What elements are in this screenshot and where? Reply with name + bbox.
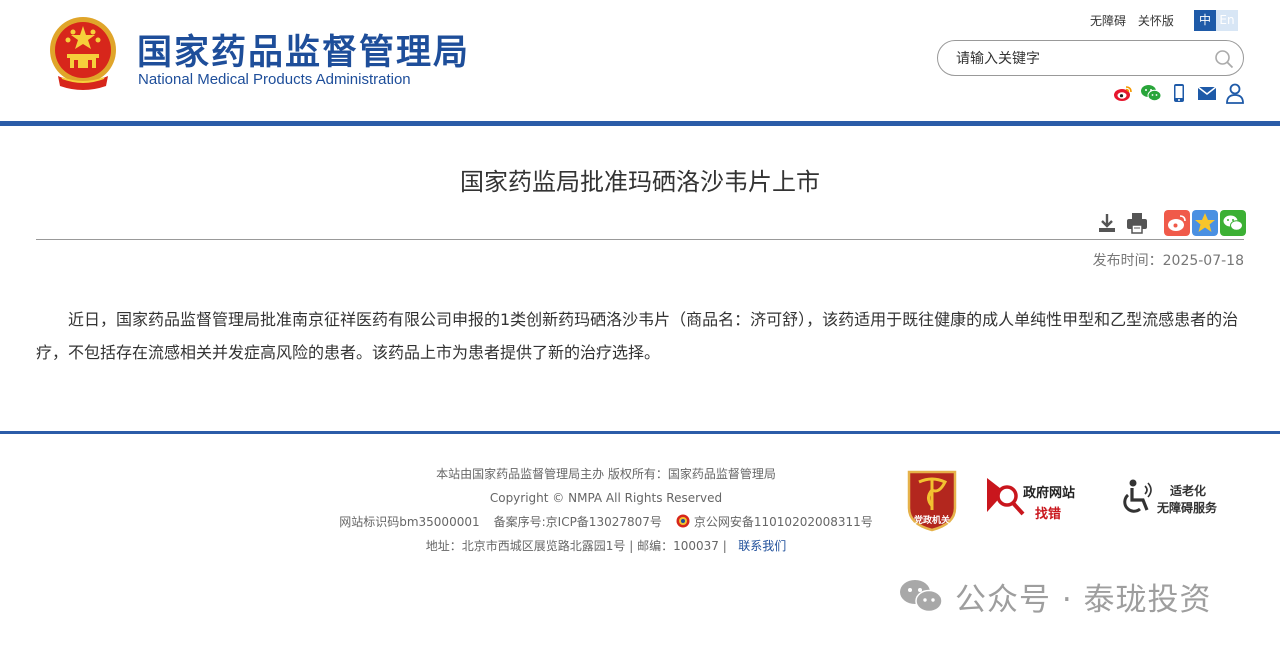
article-body: 近日，国家药品监督管理局批准南京征祥医药有限公司申报的1类创新药玛硒洛沙韦片（商… [36,310,1239,362]
elderly-accessibility-badge[interactable]: 适老化 无障碍服务 [1118,478,1238,518]
lang-zh-button[interactable]: 中 [1194,10,1216,31]
download-icon[interactable] [1094,210,1120,236]
national-emblem-icon [50,17,116,90]
site-header: 国家药品监督管理局 National Medical Products Admi… [0,0,1280,121]
gov-site-label: 政府网站 [1023,486,1076,501]
article-rule [36,239,1244,240]
gov-site-error-icon [987,478,1025,516]
header-rule [0,121,1280,126]
wechat-watermark-icon [900,580,943,613]
share-weibo-icon[interactable] [1164,210,1190,236]
find-error-label: 找错 [1035,507,1062,522]
footer-icp[interactable]: 备案序号:京ICP备13027807号 [494,515,662,529]
footer-copyright-cn: 本站由国家药品监督管理局主办 版权所有：国家药品监督管理局 [436,467,776,481]
footer-registration: 网站标识码bm35000001 备案序号:京ICP备13027807号 京公网安备1… [286,510,926,534]
footer-address-line: 地址：北京市西城区展览路北露园1号 | 邮编：100037 | 联系我们 [286,534,926,558]
care-mode-link[interactable]: 关怀版 [1138,14,1174,28]
dangzheng-badge[interactable]: 党政机关 [905,468,959,532]
footer-rule [0,431,1280,434]
footer-copyright-en: Copyright © NMPA All Rights Reserved [489,491,723,505]
wechat-icon[interactable] [1140,82,1162,104]
publish-date-label: 发布时间： [1092,253,1163,269]
wheelchair-icon [1123,479,1152,513]
accessibility-link[interactable]: 无障碍 [1090,14,1126,28]
gov-site-error-badge[interactable]: 政府网站 找错 [983,472,1093,522]
language-toggle: 中 En [1194,10,1238,31]
police-badge-icon [676,514,690,528]
accessibility-service-label: 无障碍服务 [1157,501,1218,515]
search-input[interactable] [956,49,1206,69]
publish-date-value: 2025-07-18 [1162,253,1244,269]
share-favorite-icon[interactable] [1192,210,1218,236]
elderly-label: 适老化 [1170,484,1207,498]
mobile-icon[interactable] [1168,82,1190,104]
article-tools [1094,210,1246,236]
site-title-cn: 国家药品监督管理局 [137,33,471,73]
contact-us-link[interactable]: 联系我们 [738,539,786,553]
user-icon[interactable] [1224,82,1246,104]
top-links: 无障碍 关怀版 [1090,12,1182,29]
social-icons [1112,82,1246,104]
publish-date: 发布时间：2025-07-18 [1093,250,1244,270]
wechat-watermark: 公众号 · 泰珑投资 [897,576,1212,618]
share-wechat-icon[interactable] [1220,210,1246,236]
search-icon[interactable] [1214,49,1234,69]
footer-address: 地址：北京市西城区展览路北露园1号 | 邮编：100037 | [425,539,727,553]
footer-police[interactable]: 京公网安备11010202008311号 [694,515,873,529]
watermark-text: 公众号 · 泰珑投资 [955,581,1212,618]
site-title-en: National Medical Products Administration [138,71,411,88]
footer-site-id: 网站标识码bm35000001 [339,515,480,529]
lang-en-button[interactable]: En [1216,10,1238,31]
article-title: 国家药监局批准玛硒洛沙韦片上市 [460,168,820,196]
weibo-icon[interactable] [1112,82,1134,104]
search-box [937,40,1244,76]
mail-icon[interactable] [1196,82,1218,104]
dangzheng-badge-label: 党政机关 [913,516,950,526]
footer-info: 本站由国家药品监督管理局主办 版权所有：国家药品监督管理局 Copyright … [286,462,926,558]
print-icon[interactable] [1124,210,1150,236]
